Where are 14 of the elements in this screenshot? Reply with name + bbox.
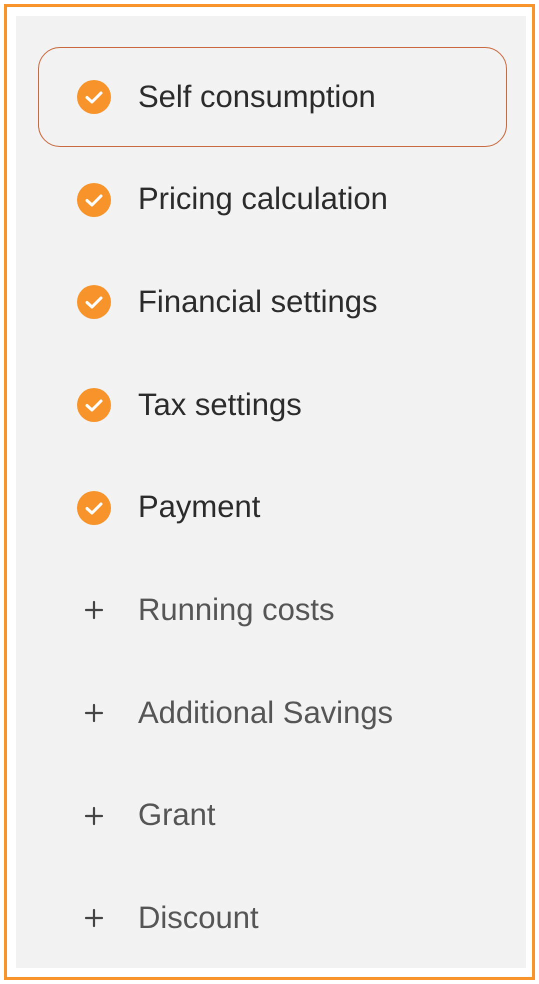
check-circle-icon (77, 285, 111, 320)
sidebar-item[interactable]: Tax settings (38, 355, 507, 455)
sidebar-item[interactable]: Financial settings (38, 252, 507, 352)
sidebar-item[interactable]: Pricing calculation (38, 150, 507, 250)
sidebar-item[interactable]: Running costs (38, 560, 507, 660)
sidebar-item[interactable]: Additional Savings (38, 663, 507, 763)
check-circle-icon (77, 80, 111, 114)
sidebar-item[interactable]: Grant (38, 766, 507, 866)
check-circle-icon (77, 388, 111, 422)
check-circle-icon (77, 490, 111, 525)
check-circle-icon (77, 182, 111, 216)
sidebar-item[interactable]: Discount (38, 868, 507, 968)
sidebar-item[interactable]: Payment (38, 458, 507, 558)
sidebar-item[interactable]: Self consumption (38, 47, 507, 147)
